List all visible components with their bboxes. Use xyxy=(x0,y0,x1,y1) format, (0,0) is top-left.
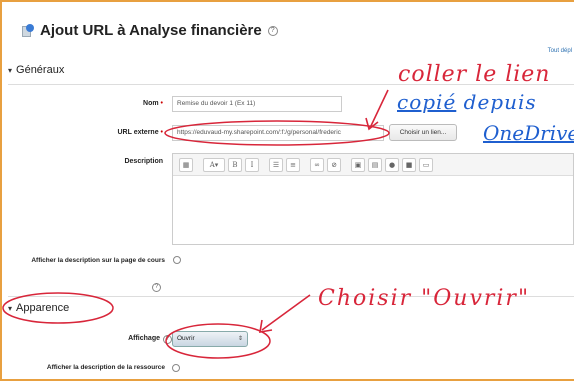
help-icon[interactable]: ? xyxy=(267,25,278,36)
arrow-to-select xyxy=(261,294,311,331)
image-icon[interactable]: ▣ xyxy=(351,157,365,172)
affichage-selected-value: Ouvrir xyxy=(177,335,195,342)
affichage-select[interactable]: Ouvrir ⇕ xyxy=(172,331,248,347)
toolbar-toggle-icon[interactable]: ▦ xyxy=(179,157,193,172)
arrow-head-select xyxy=(259,319,273,333)
url-resource-icon xyxy=(22,23,34,38)
chevron-down-icon: ▾ xyxy=(8,303,13,313)
section-generaux-label: Généraux xyxy=(16,64,65,76)
show-description-label: Afficher la description sur la page de c… xyxy=(31,257,165,264)
page-header: Ajout URL à Analyse financière ? xyxy=(22,22,278,39)
arrow-to-url xyxy=(369,89,389,129)
annotation-coller-le-lien: coller le lien xyxy=(398,62,551,87)
description-editor[interactable]: ▦ A▾ B I ☰ ≡ ∞ ⊘ ▣ ▤ ● ■ ▭ xyxy=(172,153,574,245)
nom-input[interactable]: Remise du devoir 1 (Ex 11) xyxy=(172,96,342,112)
choose-link-button[interactable]: Choisir un lien... xyxy=(389,124,457,141)
help-icon[interactable]: ? xyxy=(152,283,161,292)
bold-icon[interactable]: B xyxy=(228,157,242,172)
manage-files-icon[interactable]: ▭ xyxy=(419,157,433,172)
italic-icon[interactable]: I xyxy=(245,157,259,172)
expand-all-link[interactable]: Tout dépl xyxy=(548,48,572,54)
annotation-choisir-ouvrir: Choisir "Ouvrir" xyxy=(318,286,531,311)
numbered-list-icon[interactable]: ≡ xyxy=(286,157,300,172)
annotation-onedrive: OneDrive xyxy=(483,121,574,145)
nom-label: Nom • xyxy=(143,100,163,107)
help-icon[interactable]: ? xyxy=(163,335,172,344)
unlink-icon[interactable]: ⊘ xyxy=(327,157,341,172)
bullet-list-icon[interactable]: ☰ xyxy=(269,157,283,172)
description-label: Description xyxy=(124,158,163,165)
page-title: Ajout URL à Analyse financière xyxy=(40,22,262,39)
show-resource-description-checkbox[interactable] xyxy=(172,364,180,372)
section-apparence-label: Apparence xyxy=(16,302,70,314)
url-input[interactable]: https://eduvaud-my.sharepoint.com/:f:/g/… xyxy=(172,125,384,141)
annotation-copie-depuis: copié depuis xyxy=(397,90,537,114)
show-resource-description-label: Afficher la description de la ressource xyxy=(46,364,165,371)
paragraph-style-icon[interactable]: A▾ xyxy=(203,157,225,172)
affichage-label: Affichage xyxy=(128,335,160,342)
link-icon[interactable]: ∞ xyxy=(310,157,324,172)
show-description-checkbox[interactable] xyxy=(173,256,181,264)
microphone-icon[interactable]: ● xyxy=(385,157,399,172)
media-icon[interactable]: ▤ xyxy=(368,157,382,172)
section-apparence-toggle[interactable]: ▾ Apparence xyxy=(8,302,69,314)
chevron-down-icon: ▾ xyxy=(8,65,13,75)
editor-toolbar: ▦ A▾ B I ☰ ≡ ∞ ⊘ ▣ ▤ ● ■ ▭ xyxy=(173,154,573,176)
section-generaux-toggle[interactable]: ▾ Généraux xyxy=(8,64,64,76)
url-label: URL externe • xyxy=(117,129,163,136)
video-icon[interactable]: ■ xyxy=(402,157,416,172)
select-arrows-icon: ⇕ xyxy=(237,336,243,342)
